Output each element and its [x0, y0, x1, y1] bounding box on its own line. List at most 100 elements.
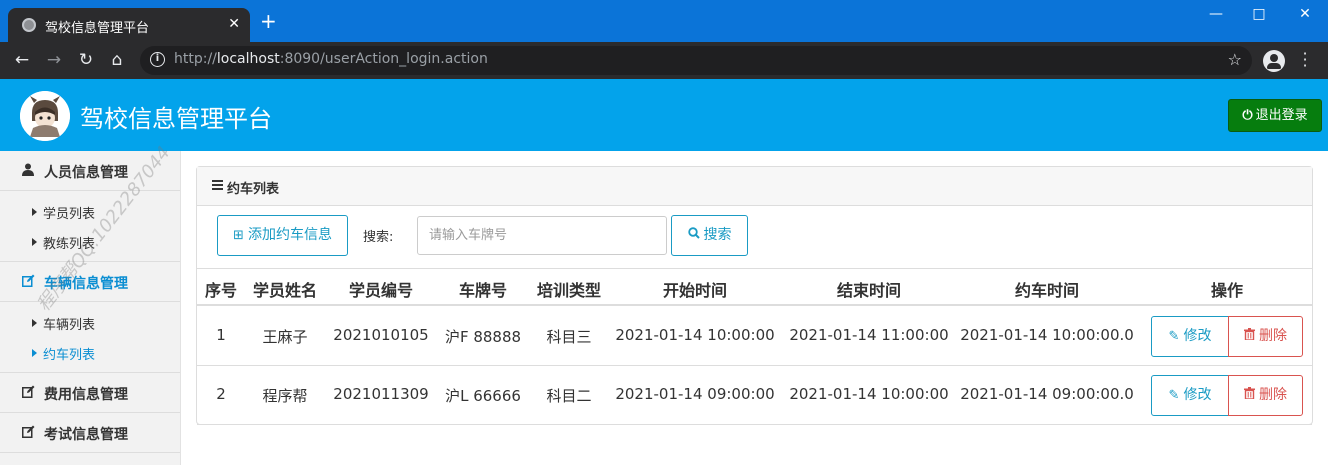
edit-icon: ✎	[1168, 388, 1180, 403]
search-button-label: 搜索	[703, 227, 732, 243]
sidebar-group-vehicles[interactable]: 车辆信息管理	[0, 262, 180, 302]
tab-title: 驾校信息管理平台	[45, 21, 150, 36]
window-close-icon[interactable]: ✕	[1295, 6, 1315, 22]
cell-plate: 沪F 88888	[444, 328, 522, 346]
cell-booked: 2021-01-14 09:00:00.0	[960, 385, 1134, 403]
profile-icon[interactable]	[1263, 50, 1285, 72]
edit-button[interactable]: ✎ 修改	[1151, 316, 1229, 357]
search-input[interactable]	[417, 216, 667, 255]
sidebar-group-label: 考试信息管理	[44, 427, 128, 443]
delete-button[interactable]: 删除	[1228, 375, 1303, 416]
sidebar-item-vehicles[interactable]: 车辆列表	[0, 308, 180, 338]
column-header: 结束时间	[836, 281, 901, 300]
cell-end: 2021-01-14 11:00:00	[789, 326, 949, 344]
sidebar-item-label: 车辆列表	[43, 318, 96, 333]
delete-label: 删除	[1259, 387, 1287, 403]
cell-type: 科目三	[546, 328, 592, 346]
app-header: 驾校信息管理平台 ⏻ 退出登录	[0, 79, 1328, 151]
sidebar-group-label: 车辆信息管理	[44, 276, 128, 292]
panel-header: 约车列表	[197, 167, 1312, 206]
list-icon	[212, 180, 223, 190]
logo-avatar	[20, 91, 70, 141]
column-header: 序号	[204, 281, 237, 300]
sidebar-item-bookings[interactable]: 约车列表	[0, 338, 180, 368]
globe-icon	[22, 18, 36, 32]
sidebar-group-label: 人员信息管理	[44, 165, 128, 181]
cell-end: 2021-01-14 10:00:00	[789, 385, 949, 403]
trash-icon	[1244, 376, 1255, 415]
edit-icon	[22, 385, 36, 399]
browser-toolbar: ← → ↻ ⌂ i http://localhost:8090/userActi…	[0, 42, 1328, 79]
sidebar-item-label: 学员列表	[43, 207, 96, 222]
caret-right-icon	[32, 208, 37, 216]
maximize-icon[interactable]: □	[1249, 6, 1269, 22]
cell-student-id: 2021011309	[333, 385, 429, 403]
caret-right-icon	[32, 349, 37, 357]
table-header: 序号 学员姓名 学员编号 车牌号 培训类型 开始时间 结束时间 约车时间 操作	[197, 268, 1312, 306]
browser-titlebar: 驾校信息管理平台 ✕ + — □ ✕	[0, 0, 1328, 42]
logout-label: 退出登录	[1255, 108, 1308, 123]
app-title: 驾校信息管理平台	[80, 105, 272, 133]
sidebar-group-exams[interactable]: 考试信息管理	[0, 413, 180, 453]
edit-label: 修改	[1183, 387, 1212, 403]
sidebar-item-label: 教练列表	[43, 237, 96, 252]
menu-icon[interactable]: · · ·	[1300, 46, 1310, 74]
cell-plate: 沪L 66666	[445, 387, 521, 405]
sidebar: 人员信息管理 学员列表 教练列表 车辆信息管理 车辆列表 约车列表 费用信息管理…	[0, 151, 181, 465]
caret-right-icon	[32, 319, 37, 327]
plus-square-icon: ⊞	[233, 228, 244, 243]
edit-label: 修改	[1183, 328, 1212, 344]
forward-icon[interactable]: →	[44, 50, 64, 70]
add-booking-label: 添加约车信息	[247, 227, 332, 243]
search-icon	[687, 216, 700, 255]
column-header: 培训类型	[536, 281, 601, 300]
new-tab-icon[interactable]: +	[260, 11, 277, 31]
column-header: 约车时间	[1014, 281, 1079, 300]
user-icon	[22, 163, 36, 177]
sidebar-group-label: 费用信息管理	[44, 387, 128, 403]
browser-tab[interactable]: 驾校信息管理平台 ✕	[8, 8, 250, 42]
sidebar-item-coaches[interactable]: 教练列表	[0, 227, 180, 257]
table-row: 2 程序帮 2021011309 沪L 66666 科目二 2021-01-14…	[197, 366, 1312, 425]
cell-no: 1	[216, 326, 226, 344]
sidebar-item-students[interactable]: 学员列表	[0, 197, 180, 227]
logout-button[interactable]: ⏻ 退出登录	[1228, 99, 1322, 132]
panel-title: 约车列表	[227, 182, 280, 197]
delete-button[interactable]: 删除	[1228, 316, 1303, 357]
edit-icon: ✎	[1168, 329, 1180, 344]
cell-name: 程序帮	[262, 387, 308, 405]
power-icon: ⏻	[1242, 108, 1253, 123]
edit-icon	[22, 274, 36, 288]
add-booking-button[interactable]: ⊞ 添加约车信息	[217, 215, 348, 256]
column-header: 开始时间	[662, 281, 727, 300]
column-header: 操作	[1210, 281, 1243, 300]
column-header: 学员编号	[348, 281, 413, 300]
table-row: 1 王麻子 2021010105 沪F 88888 科目三 2021-01-14…	[197, 307, 1312, 366]
minimize-icon[interactable]: —	[1206, 6, 1226, 22]
close-tab-icon[interactable]: ✕	[228, 16, 240, 32]
edit-button[interactable]: ✎ 修改	[1151, 375, 1229, 416]
star-icon[interactable]: ☆	[1228, 50, 1242, 69]
reload-icon[interactable]: ↻	[76, 50, 96, 70]
address-bar[interactable]: i http://localhost:8090/userAction_login…	[140, 46, 1252, 75]
sidebar-group-personnel[interactable]: 人员信息管理	[0, 151, 180, 191]
info-icon[interactable]: i	[150, 52, 165, 67]
cell-start: 2021-01-14 10:00:00	[615, 326, 775, 344]
back-icon[interactable]: ←	[12, 50, 32, 70]
search-button[interactable]: 搜索	[671, 215, 748, 256]
cell-student-id: 2021010105	[333, 326, 429, 344]
sidebar-item-label: 约车列表	[43, 348, 96, 363]
sidebar-group-fees[interactable]: 费用信息管理	[0, 373, 180, 413]
cell-start: 2021-01-14 09:00:00	[615, 385, 775, 403]
cell-type: 科目二	[546, 387, 592, 405]
column-header: 学员姓名	[252, 281, 317, 300]
url-prefix: http://	[174, 51, 217, 67]
url-text: http://localhost:8090/userAction_login.a…	[174, 51, 488, 67]
search-label: 搜索:	[363, 230, 394, 245]
edit-icon	[22, 425, 36, 439]
caret-right-icon	[32, 238, 37, 246]
cell-name: 王麻子	[262, 328, 308, 346]
url-host: localhost	[216, 51, 280, 67]
column-header: 车牌号	[458, 281, 507, 300]
home-icon[interactable]: ⌂	[107, 50, 127, 70]
